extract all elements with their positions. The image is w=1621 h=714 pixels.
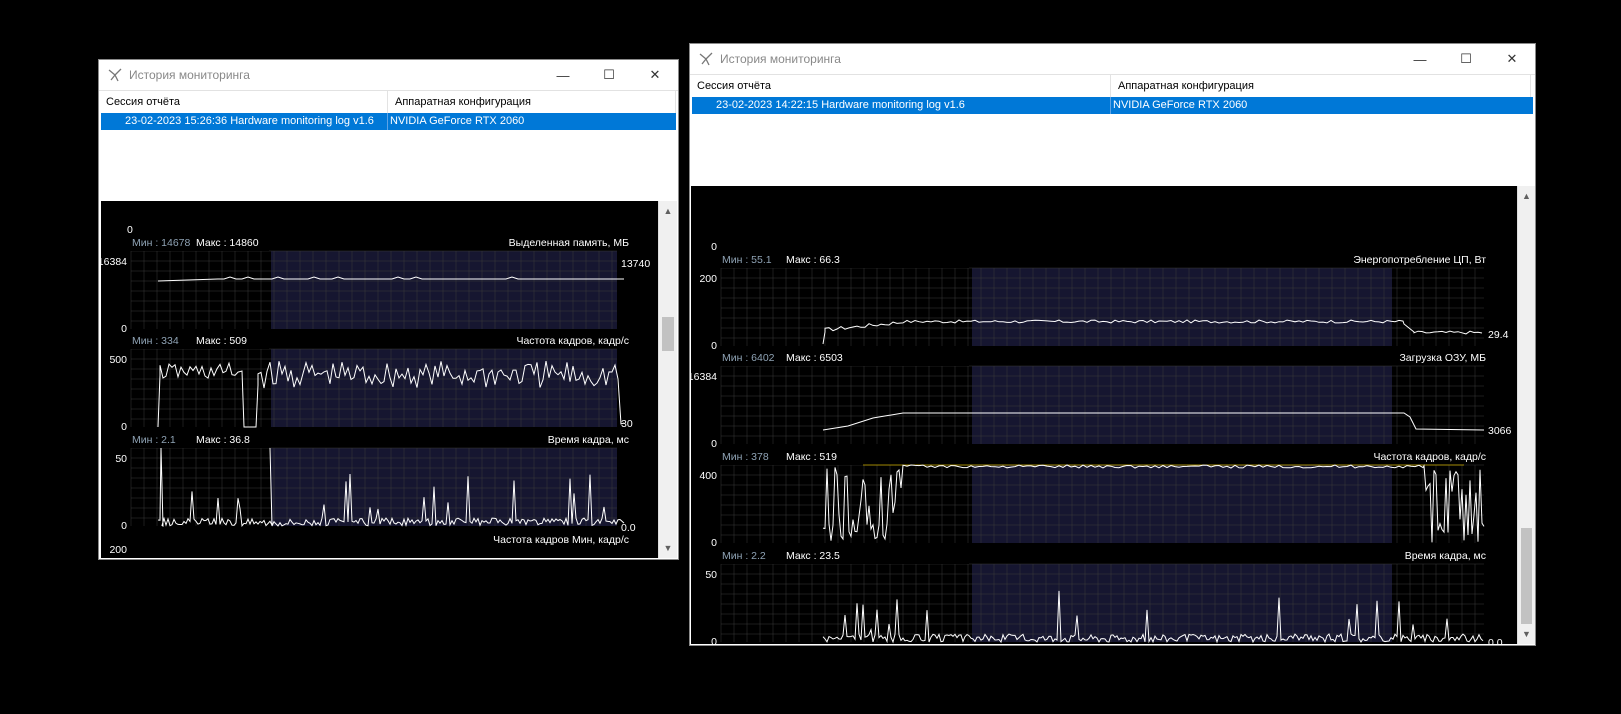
minimize-icon[interactable]: — bbox=[1397, 44, 1443, 74]
graph-area[interactable]: Мин : 14678 Макс : 14860 Выделенная память… bbox=[101, 201, 658, 558]
graph-title: Частота кадров, кадр/с bbox=[1373, 451, 1486, 463]
scroll-thumb[interactable] bbox=[662, 317, 674, 351]
selection-band bbox=[972, 465, 1392, 543]
afterburner-logo-icon bbox=[699, 52, 713, 66]
graph-min-label: Мин : 6402 bbox=[722, 352, 775, 364]
list-item[interactable]: 23-02-2023 15:26:36 Hardware monitoring … bbox=[101, 113, 676, 130]
current-value-label: 13740 bbox=[621, 258, 650, 270]
graph-min-label: Мин : 55.1 bbox=[722, 254, 772, 266]
axis-label-cut: 200 bbox=[109, 544, 127, 556]
current-value-label: 0.0 bbox=[621, 522, 636, 534]
axis-top-label: 200 bbox=[699, 273, 717, 285]
scroll-thumb[interactable] bbox=[1521, 528, 1532, 624]
axis-top-label: 400 bbox=[699, 470, 717, 482]
title-bar[interactable]: История мониторинга — ☐ ✕ bbox=[99, 60, 678, 90]
axis-top-label: 500 bbox=[109, 354, 127, 366]
afterburner-logo-icon bbox=[108, 68, 122, 82]
graph-area[interactable]: Мин : 55.1 Макс : 66.3 Энергопотребление Ц… bbox=[691, 186, 1517, 644]
graph-min-label: Мин : 2.1 bbox=[132, 434, 176, 446]
list-item[interactable]: 23-02-2023 14:22:15 Hardware monitoring … bbox=[692, 97, 1533, 114]
axis-top-label: 16384 bbox=[101, 256, 127, 268]
maximize-icon[interactable]: ☐ bbox=[1443, 44, 1489, 74]
graph-max-label: Макс : 23.5 bbox=[786, 550, 840, 562]
close-icon[interactable]: ✕ bbox=[1489, 44, 1535, 74]
hardware-cell: NVIDIA GeForce RTX 2060 bbox=[1113, 99, 1248, 111]
scroll-up-icon[interactable]: ▲ bbox=[659, 203, 677, 219]
session-cell: 23-02-2023 14:22:15 Hardware monitoring … bbox=[692, 97, 1111, 114]
axis-label-cut: 0 bbox=[127, 224, 133, 236]
graph-min-label: Мин : 378 bbox=[722, 451, 769, 463]
hardware-cell: NVIDIA GeForce RTX 2060 bbox=[390, 115, 525, 127]
graph-title: Выделенная память, МБ bbox=[509, 237, 629, 249]
graph-title: Время кадра, мс bbox=[1405, 550, 1486, 562]
selection-band bbox=[972, 564, 1392, 642]
selection-band bbox=[972, 268, 1392, 346]
graph-max-label: Макс : 6503 bbox=[786, 352, 843, 364]
minimize-icon[interactable]: — bbox=[540, 60, 586, 90]
axis-label-cut: 0 bbox=[711, 241, 717, 253]
graph-title-cut: Частота кадров Мин, кадр/с bbox=[493, 534, 629, 546]
axis-bottom-label: 0 bbox=[711, 636, 717, 644]
list-header: Сессия отчёта Аппаратная конфигурация bbox=[99, 91, 678, 113]
graph-title: Время кадра, мс bbox=[548, 434, 629, 446]
monitoring-history-window-2: История мониторинга — ☐ ✕ Сессия отчёта … bbox=[689, 43, 1536, 646]
column-header-session[interactable]: Сессия отчёта bbox=[99, 91, 388, 113]
current-value-label: 30 bbox=[621, 418, 633, 430]
vertical-scrollbar[interactable]: ▲ ▼ bbox=[1517, 186, 1535, 644]
axis-bottom-label: 0 bbox=[711, 537, 717, 549]
maximize-icon[interactable]: ☐ bbox=[586, 60, 632, 90]
vertical-scrollbar[interactable]: ▲ ▼ bbox=[658, 201, 677, 558]
scroll-down-icon[interactable]: ▼ bbox=[659, 540, 677, 556]
axis-bottom-label: 0 bbox=[121, 421, 127, 433]
axis-top-label: 50 bbox=[705, 569, 717, 581]
axis-bottom-label: 0 bbox=[121, 520, 127, 532]
current-value-label: 3066 bbox=[1488, 425, 1512, 437]
graph-max-label: Макс : 519 bbox=[786, 451, 837, 463]
graph-min-label: Мин : 2.2 bbox=[722, 550, 766, 562]
current-value-label: 29.4 bbox=[1488, 329, 1509, 341]
list-header: Сессия отчёта Аппаратная конфигурация bbox=[690, 75, 1535, 97]
column-header-hardware[interactable]: Аппаратная конфигурация bbox=[388, 91, 676, 113]
scroll-up-icon[interactable]: ▲ bbox=[1518, 188, 1535, 204]
session-list[interactable]: Сессия отчёта Аппаратная конфигурация 23… bbox=[690, 74, 1535, 186]
selection-band bbox=[271, 251, 617, 329]
monitoring-history-window-1: История мониторинга — ☐ ✕ Сессия отчёта … bbox=[98, 59, 679, 560]
graph-title: Частота кадров, кадр/с bbox=[516, 335, 629, 347]
graph-max-label: Макс : 509 bbox=[196, 335, 247, 347]
graph-canvas: Мин : 55.1 Макс : 66.3 Энергопотребление Ц… bbox=[691, 241, 1512, 644]
column-header-session[interactable]: Сессия отчёта bbox=[690, 75, 1111, 97]
title-bar[interactable]: История мониторинга — ☐ ✕ bbox=[690, 44, 1535, 74]
graph-min-label: Мин : 334 bbox=[132, 335, 179, 347]
axis-bottom-label: 0 bbox=[711, 438, 717, 450]
graph-canvas: Мин : 14678 Макс : 14860 Выделенная память… bbox=[101, 224, 650, 556]
scroll-down-icon[interactable]: ▼ bbox=[1518, 626, 1535, 642]
graph-title: Загрузка ОЗУ, МБ bbox=[1399, 352, 1486, 364]
session-list[interactable]: Сессия отчёта Аппаратная конфигурация 23… bbox=[99, 90, 678, 200]
selection-band bbox=[972, 366, 1392, 444]
axis-top-label: 50 bbox=[115, 453, 127, 465]
axis-top-label: 16384 bbox=[691, 371, 717, 383]
selection-band bbox=[271, 349, 617, 427]
window-title: История мониторинга bbox=[720, 52, 841, 66]
window-title: История мониторинга bbox=[129, 68, 250, 82]
axis-bottom-label: 0 bbox=[711, 340, 717, 352]
current-value-label: 0.0 bbox=[1488, 637, 1503, 644]
column-header-hardware[interactable]: Аппаратная конфигурация bbox=[1111, 75, 1531, 97]
graph-title: Энергопотребление ЦП, Вт bbox=[1353, 254, 1486, 266]
graph-max-label: Макс : 66.3 bbox=[786, 254, 840, 266]
close-icon[interactable]: ✕ bbox=[632, 60, 678, 90]
session-cell: 23-02-2023 15:26:36 Hardware monitoring … bbox=[101, 113, 388, 130]
axis-bottom-label: 0 bbox=[121, 323, 127, 335]
graph-min-label: Мин : 14678 bbox=[132, 237, 191, 249]
graph-max-label: Макс : 36.8 bbox=[196, 434, 250, 446]
graph-max-label: Макс : 14860 bbox=[196, 237, 259, 249]
